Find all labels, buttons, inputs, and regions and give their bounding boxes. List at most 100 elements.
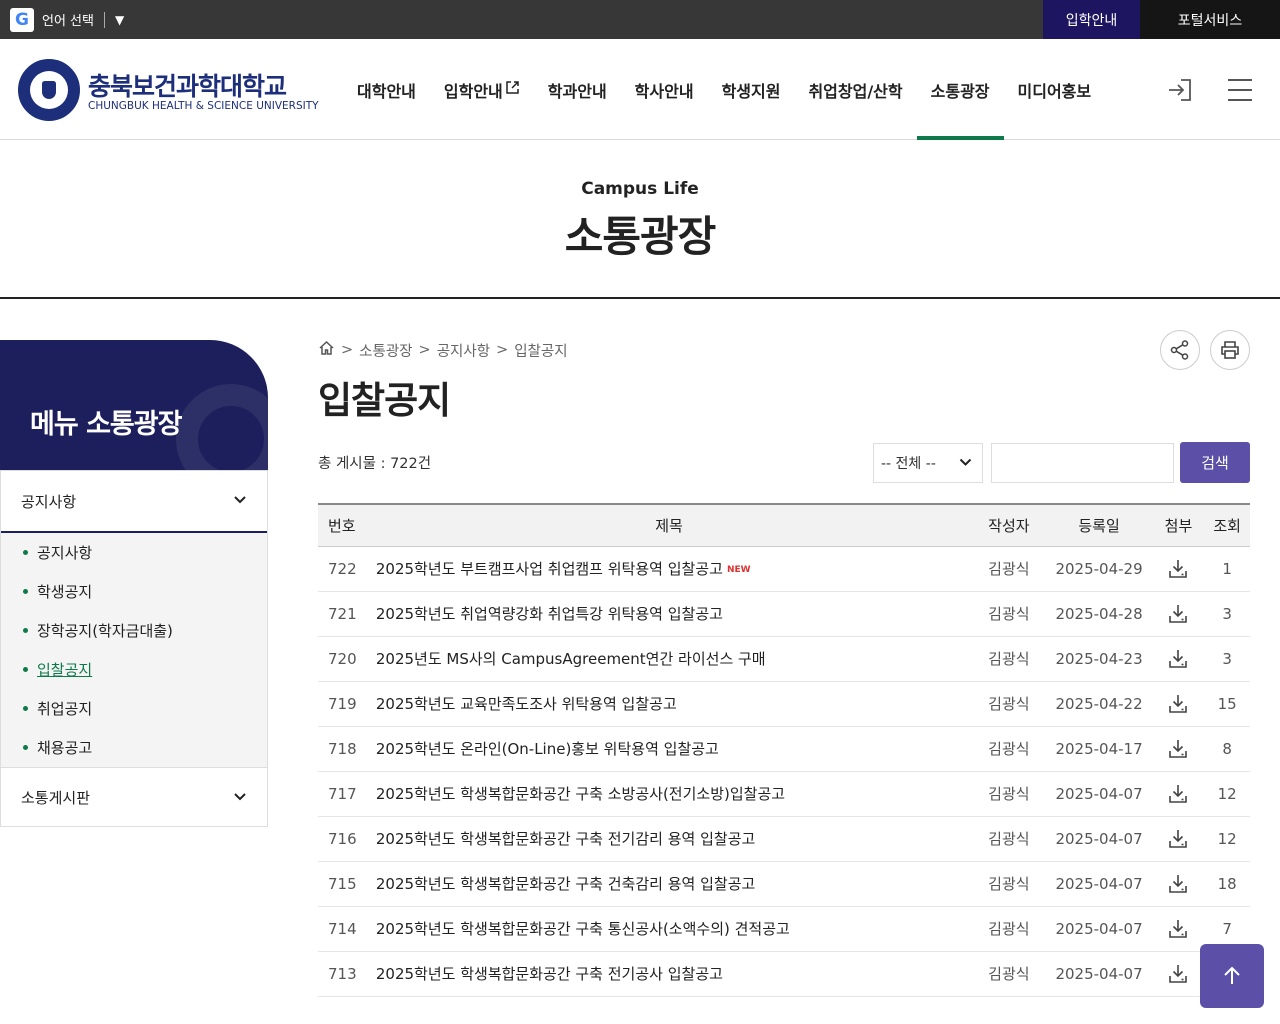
nav-item-departments[interactable]: 학과안내 [534,39,621,140]
top-admission-link[interactable]: 입학안내 [1043,0,1140,39]
search-category-select[interactable]: -- 전체 -- [873,443,983,483]
side-menu-item-notices[interactable]: 공지사항 [1,533,267,572]
breadcrumb-item[interactable]: 입찰공지 [514,340,567,361]
row-date: 2025-04-28 [1045,591,1153,637]
row-number: 714 [318,906,366,952]
row-title-text[interactable]: 2025년도 MS사의 CampusAgreement연간 라이선스 구매 [376,650,766,668]
table-row[interactable]: 718 2025학년도 온라인(On-Line)홍보 위탁용역 입찰공고 김광식 20… [318,726,1250,772]
row-title[interactable]: 2025학년도 온라인(On-Line)홍보 위탁용역 입찰공고 [365,726,973,772]
download-icon[interactable] [1167,603,1189,625]
row-title-text[interactable]: 2025학년도 학생복합문화공간 구축 소방공사(전기소방)입찰공고 [376,785,785,803]
row-title-text[interactable]: 2025학년도 학생복합문화공간 구축 통신공사(소액수의) 견적공고 [376,920,790,938]
row-attachment[interactable] [1152,951,1205,997]
side-menu-item-scholarship[interactable]: 장학공지(학자금대출) [1,611,267,650]
print-icon[interactable] [1210,330,1250,370]
side-menu-item-student-notices[interactable]: 학생공지 [1,572,267,611]
nav-item-academics[interactable]: 학사안내 [621,39,708,140]
row-title[interactable]: 2025학년도 학생복합문화공간 구축 건축감리 용역 입찰공고 [365,861,973,907]
item-label: 학생공지 [37,583,93,601]
side-menu-section-notices[interactable]: 공지사항 [1,471,267,533]
table-row[interactable]: 720 2025년도 MS사의 CampusAgreement연간 라이선스 구매… [318,636,1250,682]
university-emblem-logo[interactable] [18,59,80,121]
row-author: 김광식 [972,591,1046,637]
row-title[interactable]: 2025학년도 취업역량강화 취업특강 위탁용역 입찰공고 [365,591,973,637]
row-attachment[interactable] [1152,906,1205,952]
download-icon[interactable] [1167,648,1189,670]
download-icon[interactable] [1167,828,1189,850]
row-title-text[interactable]: 2025학년도 온라인(On-Line)홍보 위탁용역 입찰공고 [376,740,719,758]
download-icon[interactable] [1167,693,1189,715]
nav-label: 소통광장 [930,81,990,101]
row-title-text[interactable]: 2025학년도 학생복합문화공간 구축 건축감리 용역 입찰공고 [376,875,755,893]
col-number: 번호 [318,504,366,547]
row-title-text[interactable]: 2025학년도 학생복합문화공간 구축 전기감리 용역 입찰공고 [376,830,755,848]
table-row[interactable]: 719 2025학년도 교육만족도조사 위탁용역 입찰공고 김광식 2025-04-2… [318,681,1250,727]
row-views: 12 [1204,771,1250,817]
row-title[interactable]: 2025학년도 부트캠프사업 취업캠프 위탁용역 입찰공고 NEW [365,546,973,592]
side-menu-item-bid-notices[interactable]: 입찰공지 [1,650,267,689]
row-attachment[interactable] [1152,591,1205,637]
top-portal-link[interactable]: 포털서비스 [1140,0,1280,39]
download-icon[interactable] [1167,738,1189,760]
row-attachment[interactable] [1152,771,1205,817]
row-title[interactable]: 2025학년도 학생복합문화공간 구축 전기감리 용역 입찰공고 [365,816,973,862]
row-title[interactable]: 2025학년도 학생복합문화공간 구축 통신공사(소액수의) 견적공고 [365,906,973,952]
table-row[interactable]: 722 2025학년도 부트캠프사업 취업캠프 위탁용역 입찰공고 NEW 김광식 20… [318,546,1250,592]
row-attachment[interactable] [1152,546,1205,592]
search-button[interactable]: 검색 [1180,442,1250,483]
row-attachment[interactable] [1152,726,1205,772]
share-icon[interactable] [1160,330,1200,370]
col-date: 등록일 [1045,504,1153,547]
row-author: 김광식 [972,546,1046,592]
row-date: 2025-04-22 [1045,681,1153,727]
nav-label: 학과안내 [547,81,607,101]
nav-item-communication[interactable]: 소통광장 [916,39,1004,140]
side-menu-item-job-notices[interactable]: 취업공지 [1,689,267,728]
language-selector[interactable]: G 언어 선택 ▼ [10,7,124,32]
download-icon[interactable] [1167,873,1189,895]
nav-item-student-support[interactable]: 학생지원 [708,39,795,140]
home-icon[interactable] [318,340,335,360]
nav-item-media[interactable]: 미디어홍보 [1004,39,1106,140]
side-submenu: 공지사항 학생공지 장학공지(학자금대출) 입찰공지 취업공지 채용공고 [1,533,267,767]
logo-name-ko[interactable]: 충북보건과학대학교 [88,67,287,103]
nav-item-about[interactable]: 대학안내 [343,39,430,140]
row-title-text[interactable]: 2025학년도 취업역량강화 취업특강 위탁용역 입찰공고 [376,605,723,623]
table-row[interactable]: 717 2025학년도 학생복합문화공간 구축 소방공사(전기소방)입찰공고 김광식… [318,771,1250,817]
row-title-text[interactable]: 2025학년도 교육만족도조사 위탁용역 입찰공고 [376,695,677,713]
row-title[interactable]: 2025학년도 학생복합문화공간 구축 전기공사 입찰공고 [365,951,973,997]
row-title-text[interactable]: 2025학년도 부트캠프사업 취업캠프 위탁용역 입찰공고 [376,560,723,578]
row-title[interactable]: 2025학년도 교육만족도조사 위탁용역 입찰공고 [365,681,973,727]
login-icon[interactable] [1166,76,1194,104]
download-icon[interactable] [1167,963,1189,985]
row-number: 716 [318,816,366,862]
nav-item-career[interactable]: 취업창업/산학 [794,39,916,140]
row-title[interactable]: 2025학년도 학생복합문화공간 구축 소방공사(전기소방)입찰공고 [365,771,973,817]
logo-name-en[interactable]: CHUNGBUK HEALTH & SCIENCE UNIVERSITY [88,100,319,112]
scroll-to-top-button[interactable] [1200,944,1264,1008]
row-attachment[interactable] [1152,816,1205,862]
row-author: 김광식 [972,636,1046,682]
breadcrumb-item[interactable]: 공지사항 [437,340,490,361]
row-title-text[interactable]: 2025학년도 학생복합문화공간 구축 전기공사 입찰공고 [376,965,723,983]
side-menu-item-recruitment[interactable]: 채용공고 [1,728,267,767]
table-row[interactable]: 713 2025학년도 학생복합문화공간 구축 전기공사 입찰공고 김광식 2025-… [318,951,1250,997]
side-menu-section-board[interactable]: 소통게시판 [1,767,267,827]
nav-item-admission[interactable]: 입학안내 [430,39,534,140]
download-icon[interactable] [1167,918,1189,940]
dropdown-arrow-icon: ▼ [114,12,125,27]
download-icon[interactable] [1167,558,1189,580]
hamburger-menu-icon[interactable] [1226,77,1254,103]
row-title[interactable]: 2025년도 MS사의 CampusAgreement연간 라이선스 구매 [365,636,973,682]
row-attachment[interactable] [1152,636,1205,682]
item-label: 입찰공지 [37,661,93,679]
breadcrumb-item[interactable]: 소통광장 [359,340,412,361]
table-row[interactable]: 715 2025학년도 학생복합문화공간 구축 건축감리 용역 입찰공고 김광식 20… [318,861,1250,907]
table-row[interactable]: 716 2025학년도 학생복합문화공간 구축 전기감리 용역 입찰공고 김광식 20… [318,816,1250,862]
download-icon[interactable] [1167,783,1189,805]
table-row[interactable]: 714 2025학년도 학생복합문화공간 구축 통신공사(소액수의) 견적공고 김광… [318,906,1250,952]
search-input[interactable] [991,443,1174,483]
row-attachment[interactable] [1152,861,1205,907]
row-attachment[interactable] [1152,681,1205,727]
table-row[interactable]: 721 2025학년도 취업역량강화 취업특강 위탁용역 입찰공고 김광식 2025-… [318,591,1250,637]
